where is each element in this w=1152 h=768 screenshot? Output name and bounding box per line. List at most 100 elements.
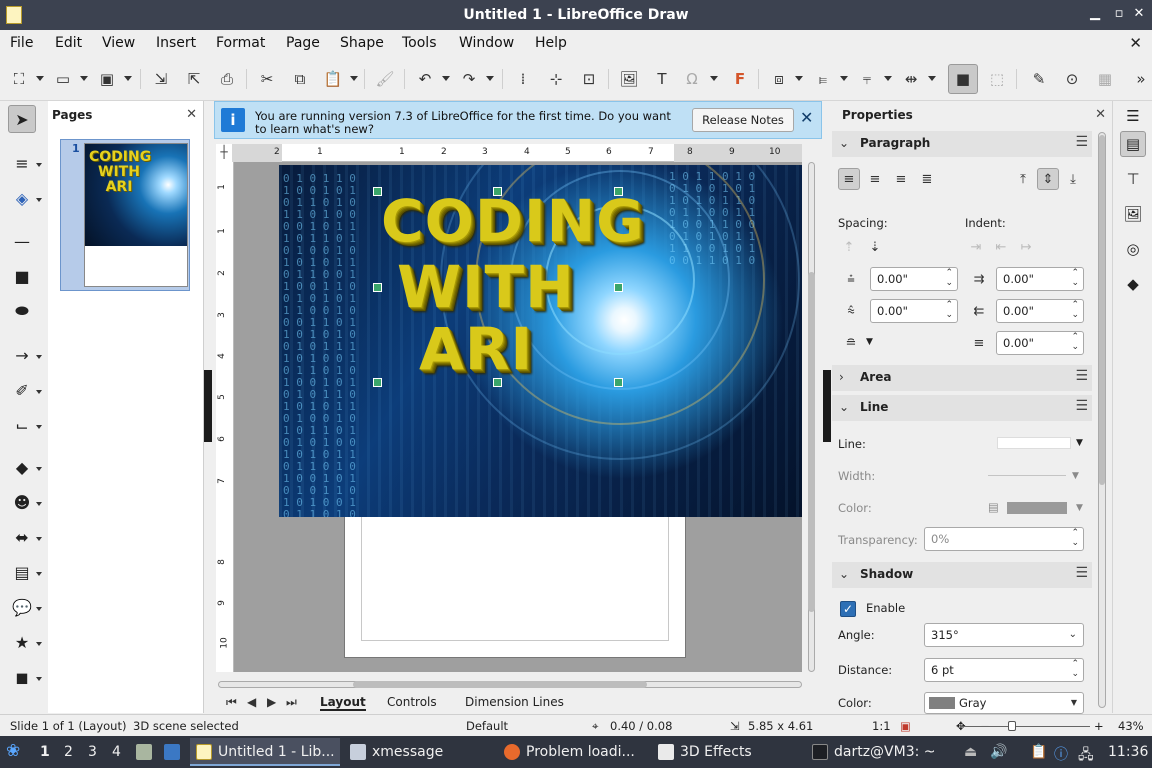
helplines-icon[interactable]: ⊹ bbox=[545, 68, 567, 90]
align-right-icon[interactable]: ≡ bbox=[890, 168, 912, 190]
fill-color-icon[interactable]: ◈ bbox=[8, 184, 36, 212]
above-paragraph-spacing[interactable]: 0.00" ⌃ ⌄ bbox=[870, 267, 958, 291]
align-bottom-icon[interactable]: ⤓ bbox=[1062, 168, 1084, 190]
symbol-shapes-icon[interactable]: ☻ bbox=[8, 488, 36, 516]
notification-icon[interactable]: ⓘ bbox=[1054, 744, 1068, 764]
toggle-extrusion-icon[interactable]: ▦ bbox=[1094, 68, 1116, 90]
ellipse-tool-icon[interactable]: ⬬ bbox=[8, 297, 36, 325]
selection-handle[interactable] bbox=[373, 187, 382, 196]
task-3d-effects[interactable]: 3D Effects bbox=[652, 738, 802, 766]
maximize-icon[interactable]: ▫ bbox=[1110, 6, 1128, 21]
open-icon[interactable]: ▭ bbox=[52, 68, 74, 90]
align-top-icon[interactable]: ⤒ bbox=[1012, 168, 1034, 190]
section-menu-icon[interactable]: ☰ bbox=[1075, 368, 1088, 384]
align-dropdown-icon[interactable] bbox=[840, 76, 848, 81]
last-tab-icon[interactable]: ⏭ bbox=[286, 695, 297, 710]
first-tab-icon[interactable]: ⏮ bbox=[226, 695, 237, 710]
export-pdf-icon[interactable]: ⇱ bbox=[183, 68, 205, 90]
justify-icon[interactable]: ≣ bbox=[916, 168, 938, 190]
shadow-enable-checkbox[interactable]: ✓ bbox=[840, 601, 856, 617]
callouts-dropdown-icon[interactable] bbox=[36, 607, 42, 611]
menu-tools[interactable]: Tools bbox=[402, 35, 437, 51]
shadow-angle-select[interactable]: 315° ⌄ bbox=[924, 623, 1084, 647]
horizontal-ruler[interactable]: 2 1 1 2 3 4 5 6 7 8 9 10 bbox=[232, 144, 802, 162]
close-pages-pane-icon[interactable]: ✕ bbox=[186, 107, 197, 122]
paste-icon[interactable]: 📋 bbox=[322, 68, 344, 90]
shapes-deck-icon[interactable]: ◆ bbox=[1120, 271, 1146, 297]
save-dropdown-icon[interactable] bbox=[124, 76, 132, 81]
menu-insert[interactable]: Insert bbox=[156, 35, 196, 51]
arrange-dropdown-icon[interactable] bbox=[884, 76, 892, 81]
special-character-icon[interactable]: Ω bbox=[681, 68, 703, 90]
minimize-icon[interactable]: ▁ bbox=[1086, 6, 1104, 21]
scrollbar-thumb[interactable] bbox=[353, 681, 647, 688]
line-color-icon[interactable]: ≡ bbox=[8, 149, 36, 177]
line-section-header[interactable]: ⌄ Line ☰ bbox=[832, 395, 1092, 421]
select-icon[interactable]: ➤ bbox=[8, 105, 36, 133]
spinner-arrows[interactable]: ⌃ ⌄ bbox=[1071, 332, 1079, 352]
paragraph-section-header[interactable]: ⌄ Paragraph ☰ bbox=[832, 131, 1092, 157]
3d-objects-icon[interactable]: ◼ bbox=[8, 663, 36, 691]
selection-handle[interactable] bbox=[614, 378, 623, 387]
styles-deck-icon[interactable]: ⊤ bbox=[1120, 166, 1146, 192]
before-text-indent[interactable]: 0.00" ⌃ ⌄ bbox=[996, 267, 1084, 291]
zoom-in-icon[interactable]: + bbox=[1094, 719, 1104, 733]
page-thumbnail[interactable]: CODING WITH ARI bbox=[84, 143, 188, 287]
increase-spacing-icon[interactable]: ⇡ bbox=[838, 236, 860, 258]
shadow-toggle-icon[interactable]: ■ bbox=[948, 64, 978, 94]
vertical-scrollbar[interactable] bbox=[806, 162, 816, 672]
pages-pane-splitter[interactable] bbox=[204, 370, 212, 442]
previous-tab-icon[interactable]: ◀ bbox=[247, 695, 256, 709]
spinner-arrows[interactable]: ⌃ ⌄ bbox=[945, 268, 953, 288]
task-libreoffice[interactable]: Untitled 1 - Lib... bbox=[190, 738, 340, 766]
menu-edit[interactable]: Edit bbox=[55, 35, 82, 51]
selection-handle[interactable] bbox=[373, 378, 382, 387]
open-dropdown-icon[interactable] bbox=[80, 76, 88, 81]
chevron-down-icon[interactable]: ▼ bbox=[866, 337, 873, 347]
next-tab-icon[interactable]: ▶ bbox=[267, 695, 276, 709]
distribute-dropdown-icon[interactable] bbox=[928, 76, 936, 81]
glue-points-icon[interactable]: ⊙ bbox=[1061, 68, 1083, 90]
eject-icon[interactable]: ⏏ bbox=[964, 744, 977, 760]
shadow-color-select[interactable]: Gray ▼ bbox=[924, 692, 1084, 714]
cut-icon[interactable]: ✂ bbox=[256, 68, 278, 90]
file-manager-icon[interactable] bbox=[136, 744, 152, 760]
symbol-shapes-dropdown-icon[interactable] bbox=[36, 502, 42, 506]
sidebar-scrollbar[interactable] bbox=[1098, 132, 1106, 708]
hanging-indent-icon[interactable]: ↦ bbox=[1015, 236, 1037, 258]
task-xmessage[interactable]: xmessage bbox=[344, 738, 494, 766]
spinner-arrows[interactable]: ⌃ ⌄ bbox=[1071, 300, 1079, 320]
basic-shapes-icon[interactable]: ◆ bbox=[8, 453, 36, 481]
connectors-icon[interactable]: ⌙ bbox=[8, 411, 36, 439]
volume-icon[interactable]: 🔊 bbox=[990, 744, 1007, 760]
curves-dropdown-icon[interactable] bbox=[36, 390, 42, 394]
insert-textbox-icon[interactable]: T bbox=[651, 68, 673, 90]
menu-file[interactable]: File bbox=[10, 35, 33, 51]
redo-dropdown-icon[interactable] bbox=[486, 76, 494, 81]
release-notes-button[interactable]: Release Notes bbox=[692, 108, 794, 132]
connectors-dropdown-icon[interactable] bbox=[36, 425, 42, 429]
spinner-arrows[interactable]: ⌃ ⌄ bbox=[1071, 268, 1079, 288]
print-icon[interactable]: ⎙ bbox=[216, 68, 238, 90]
undo-icon[interactable]: ↶ bbox=[414, 68, 436, 90]
selection-handle[interactable] bbox=[373, 283, 382, 292]
drawing-canvas[interactable]: 0 1 0 1 1 0 1 0 0 1 0 1 0 1 1 0 1 0 1 1 … bbox=[234, 162, 802, 672]
line-color-swatch[interactable] bbox=[1007, 502, 1067, 514]
export-icon[interactable]: ⇲ bbox=[150, 68, 172, 90]
menu-shape[interactable]: Shape bbox=[340, 35, 384, 51]
crop-icon[interactable]: ⬚ bbox=[986, 68, 1008, 90]
line-spacing-icon[interactable]: ≘ bbox=[840, 332, 862, 354]
arrange-icon[interactable]: ⫧ bbox=[856, 68, 878, 90]
line-tool-icon[interactable]: — bbox=[8, 227, 36, 255]
align-center-icon[interactable]: ≡ bbox=[864, 168, 886, 190]
menu-page[interactable]: Page bbox=[286, 35, 320, 51]
close-window-icon[interactable]: ✕ bbox=[1130, 6, 1148, 21]
close-sidebar-icon[interactable]: ✕ bbox=[1095, 107, 1106, 122]
after-text-indent[interactable]: 0.00" ⌃ ⌄ bbox=[996, 299, 1084, 323]
chevron-down-icon[interactable]: ▼ bbox=[1076, 503, 1083, 513]
spinner-arrows[interactable]: ⌃ ⌄ bbox=[1071, 528, 1079, 548]
save-icon[interactable]: ▣ bbox=[96, 68, 118, 90]
zoom-slider[interactable] bbox=[960, 726, 1090, 727]
area-section-header[interactable]: › Area ☰ bbox=[832, 365, 1092, 391]
line-color-icon[interactable]: ▤ bbox=[988, 500, 999, 514]
